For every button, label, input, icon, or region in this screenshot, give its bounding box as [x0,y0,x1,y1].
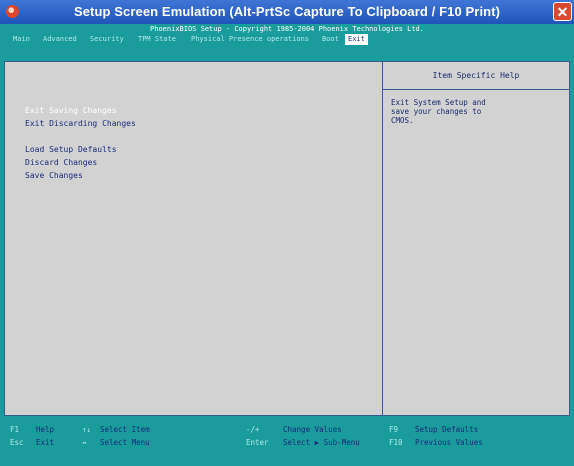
menu-item-exit-saving-changes[interactable]: Exit Saving Changes [25,105,117,116]
key-f1-desc: Help [36,425,55,434]
tab-tpm-state[interactable]: TPM State [135,34,179,45]
help-text: Exit System Setup and save your changes … [391,98,486,125]
key-f10-desc: Previous Values [415,438,483,447]
key-f9: F9 [389,425,399,434]
close-button[interactable]: ✕ [553,2,572,21]
key-legend: F1 Help Esc Exit ↑↓ Select Item ↔ Select… [0,418,574,466]
menu-item-discard-changes[interactable]: Discard Changes [25,157,97,168]
key-f9-desc: Setup Defaults [415,425,479,434]
tab-physical-presence[interactable]: Physical Presence operations [188,34,312,45]
tab-exit[interactable]: Exit [345,34,368,45]
bios-screen: PhoenixBIOS Setup - Copyright 1985-2004 … [0,24,574,466]
menu-item-load-setup-defaults[interactable]: Load Setup Defaults [25,144,117,155]
menu-item-exit-discarding-changes[interactable]: Exit Discarding Changes [25,118,136,129]
key-minus-plus-desc: Change Values [283,425,342,434]
key-left-right-desc: Select Menu [100,438,150,447]
key-esc-desc: Exit [36,438,55,447]
tab-advanced[interactable]: Advanced [40,34,80,45]
key-enter: Enter [246,438,269,447]
key-minus-plus: -/+ [246,425,260,434]
window-title: Setup Screen Emulation (Alt-PrtSc Captur… [73,4,501,19]
bios-main-panel: Exit Saving Changes Exit Discarding Chan… [4,61,570,416]
tab-main[interactable]: Main [10,34,33,45]
key-up-down-desc: Select Item [100,425,150,434]
bios-header: PhoenixBIOS Setup - Copyright 1985-2004 … [150,25,424,33]
help-title: Item Specific Help [383,62,569,90]
bios-menu-bar: Main Advanced Security TPM State Physica… [0,34,574,45]
key-f10: F10 [389,438,403,447]
key-enter-desc: Select ▶ Sub-Menu [283,438,360,447]
key-esc: Esc [10,438,24,447]
key-up-down: ↑↓ [82,425,92,434]
title-bar: Setup Screen Emulation (Alt-PrtSc Captur… [0,0,574,24]
emulation-window: Setup Screen Emulation (Alt-PrtSc Captur… [0,0,574,466]
menu-item-save-changes[interactable]: Save Changes [25,170,83,181]
key-f1: F1 [10,425,20,434]
tab-security[interactable]: Security [87,34,127,45]
panel-divider [382,62,383,415]
tab-boot[interactable]: Boot [319,34,342,45]
key-left-right: ↔ [82,438,87,447]
